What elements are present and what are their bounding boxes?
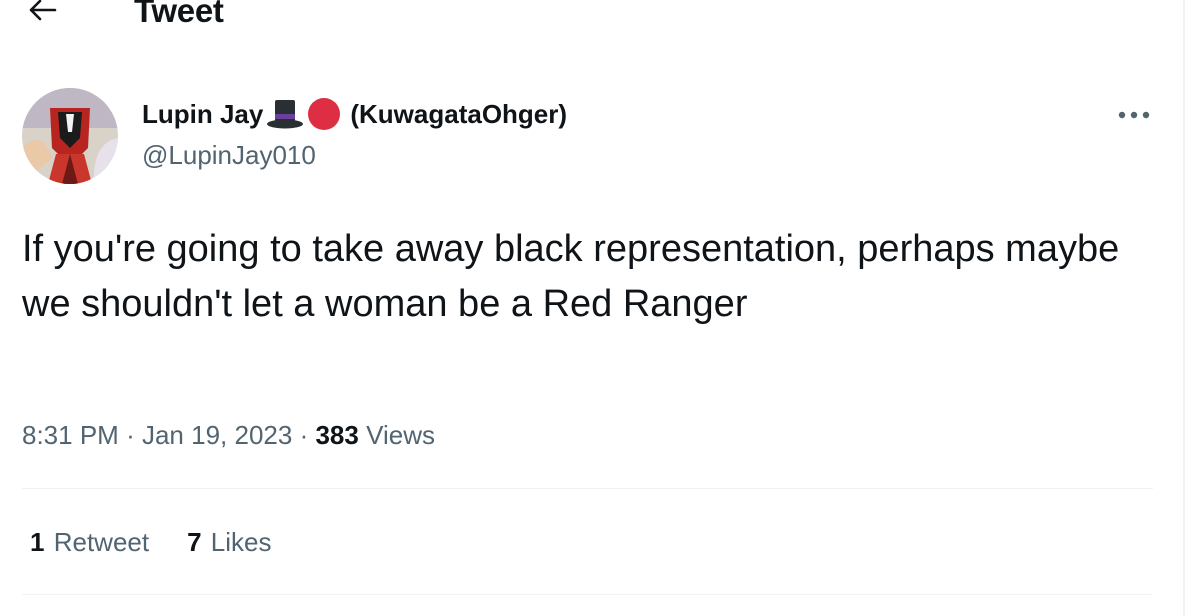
views-label: Views (366, 420, 435, 450)
tweet-text: If you're going to take away black repre… (22, 228, 1120, 325)
author-display-name[interactable]: Lupin Jay (KuwagataOhger) (142, 97, 567, 131)
meta-separator: · (299, 420, 309, 450)
page-title: Tweet (134, 0, 224, 29)
top-hat-emoji (266, 97, 304, 131)
tweet-page: Tweet Lupin Jay (KuwagataOhger) @LupinJa… (0, 0, 1190, 616)
meta-separator: · (126, 420, 135, 450)
avatar[interactable] (22, 88, 118, 184)
retweets-stat[interactable]: 1 Retweet (30, 527, 149, 558)
back-button[interactable] (22, 0, 62, 30)
tweet-date[interactable]: Jan 19, 2023 (142, 420, 292, 450)
likes-count: 7 (187, 527, 202, 557)
tweet-meta: 8:31 PM · Jan 19, 2023 · 383 Views (22, 420, 435, 451)
likes-stat[interactable]: 7 Likes (187, 527, 271, 558)
display-name-text: Lupin Jay (142, 98, 264, 129)
likes-label: Likes (210, 527, 272, 557)
display-name-suffix: (KuwagataOhger) (350, 98, 568, 129)
tweet-time[interactable]: 8:31 PM (22, 420, 119, 450)
retweets-label: Retweet (53, 527, 150, 557)
retweets-count: 1 (30, 527, 45, 557)
column-border (1183, 0, 1185, 616)
arrow-left-icon (27, 0, 57, 27)
author-handle[interactable]: @LupinJay010 (142, 140, 316, 171)
more-horizontal-icon (1117, 107, 1151, 125)
divider (22, 488, 1153, 489)
views-count: 383 (315, 420, 359, 450)
tweet-stats: 1 Retweet 7 Likes (30, 527, 272, 558)
divider (22, 594, 1153, 595)
red-circle-emoji (307, 97, 341, 131)
more-options-button[interactable] (1112, 100, 1156, 132)
